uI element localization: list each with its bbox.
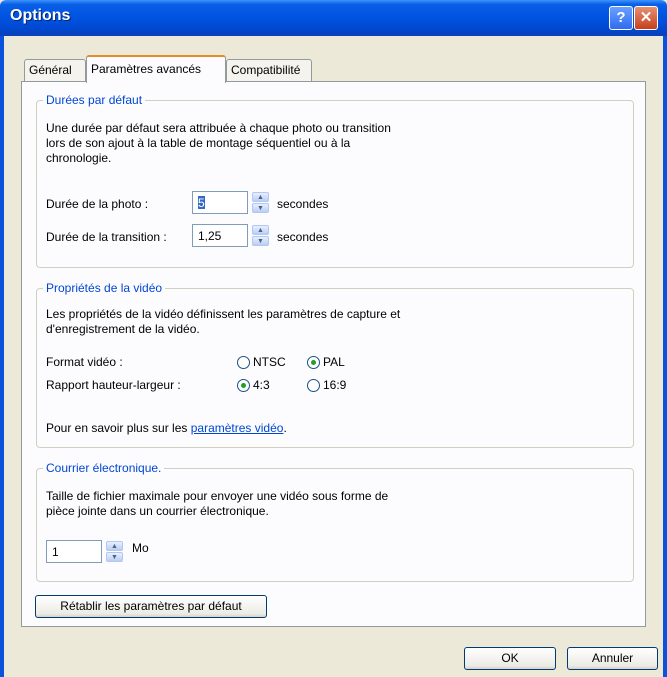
durations-description-line-3: chronologie. bbox=[46, 151, 112, 165]
email-description-line-1: Taille de fichier maximale pour envoyer … bbox=[46, 489, 389, 503]
spin-up-icon[interactable]: ▲ bbox=[252, 192, 269, 202]
ntsc-radio-label[interactable]: NTSC bbox=[253, 355, 286, 369]
pal-radio-label[interactable]: PAL bbox=[323, 355, 345, 369]
photo-duration-label: Durée de la photo : bbox=[46, 197, 149, 211]
transition-duration-spinner[interactable]: 1,25 ▲ ▼ bbox=[192, 224, 269, 247]
video-help-prefix: Pour en savoir plus sur les bbox=[46, 421, 191, 435]
aspect-ratio-label: Rapport hauteur-largeur : bbox=[46, 378, 181, 392]
window-frame-left bbox=[0, 36, 4, 677]
tab-advanced-settings[interactable]: Paramètres avancés bbox=[86, 55, 226, 83]
tab-general[interactable]: Général bbox=[24, 59, 86, 81]
video-description-line-1: Les propriétés de la vidéo définissent l… bbox=[46, 307, 401, 321]
email-legend: Courrier électronique. bbox=[43, 461, 165, 475]
title-bar: Options ? ✕ bbox=[0, 0, 667, 36]
close-icon[interactable]: ✕ bbox=[634, 6, 658, 30]
ratio-16-9-radio-label[interactable]: 16:9 bbox=[323, 378, 346, 392]
tab-compatibility[interactable]: Compatibilité bbox=[226, 59, 312, 81]
options-dialog: Options ? ✕ Général Paramètres avancés C… bbox=[0, 0, 667, 677]
email-size-spinner[interactable]: 1 ▲ ▼ bbox=[46, 540, 123, 563]
spin-up-icon[interactable]: ▲ bbox=[106, 541, 123, 551]
video-format-label: Format vidéo : bbox=[46, 355, 123, 369]
email-group: Courrier électronique. Taille de fichier… bbox=[36, 461, 634, 582]
help-icon[interactable]: ? bbox=[609, 6, 633, 30]
photo-duration-unit: secondes bbox=[277, 197, 329, 211]
email-size-unit: Mo bbox=[132, 541, 149, 555]
ntsc-radio[interactable] bbox=[237, 356, 250, 369]
spin-down-icon[interactable]: ▼ bbox=[106, 552, 123, 562]
spin-down-icon[interactable]: ▼ bbox=[252, 203, 269, 213]
transition-duration-value[interactable]: 1,25 bbox=[198, 229, 221, 243]
ratio-4-3-radio[interactable] bbox=[237, 379, 250, 392]
email-size-value[interactable]: 1 bbox=[52, 545, 59, 559]
email-size-arrows[interactable]: ▲ ▼ bbox=[106, 541, 123, 564]
spin-down-icon[interactable]: ▼ bbox=[252, 236, 269, 246]
durations-description-line-1: Une durée par défaut sera attribuée à ch… bbox=[46, 121, 391, 135]
spin-up-icon[interactable]: ▲ bbox=[252, 225, 269, 235]
transition-duration-label: Durée de la transition : bbox=[46, 230, 167, 244]
ratio-4-3-radio-label[interactable]: 4:3 bbox=[253, 378, 270, 392]
transition-duration-unit: secondes bbox=[277, 230, 329, 244]
window-frame-right bbox=[663, 36, 667, 677]
window-title: Options bbox=[10, 7, 71, 24]
photo-duration-spinner[interactable]: 5 ▲ ▼ bbox=[192, 191, 269, 214]
video-properties-legend: Propriétés de la vidéo bbox=[43, 281, 166, 295]
photo-duration-arrows[interactable]: ▲ ▼ bbox=[252, 192, 269, 215]
photo-duration-value[interactable]: 5 bbox=[198, 196, 205, 210]
durations-legend: Durées par défaut bbox=[43, 93, 146, 107]
ok-button[interactable]: OK bbox=[464, 647, 556, 670]
video-help-suffix: . bbox=[283, 421, 287, 435]
email-description-line-2: pièce jointe dans un courrier électroniq… bbox=[46, 504, 269, 518]
video-properties-group: Propriétés de la vidéo Les propriétés de… bbox=[36, 281, 634, 448]
transition-duration-arrows[interactable]: ▲ ▼ bbox=[252, 225, 269, 248]
ratio-16-9-radio[interactable] bbox=[307, 379, 320, 392]
restore-defaults-button[interactable]: Rétablir les paramètres par défaut bbox=[35, 595, 267, 618]
video-settings-link[interactable]: paramètres vidéo bbox=[191, 421, 284, 435]
video-description-line-2: d'enregistrement de la vidéo. bbox=[46, 322, 200, 336]
photo-duration-text: 5 bbox=[198, 196, 205, 210]
tab-panel: Durées par défaut Une durée par défaut s… bbox=[21, 81, 646, 627]
durations-group: Durées par défaut Une durée par défaut s… bbox=[36, 93, 634, 268]
cancel-button[interactable]: Annuler bbox=[567, 647, 658, 670]
pal-radio[interactable] bbox=[307, 356, 320, 369]
video-help-text: Pour en savoir plus sur les paramètres v… bbox=[46, 421, 287, 436]
durations-description-line-2: lors de son ajout à la table de montage … bbox=[46, 136, 351, 150]
